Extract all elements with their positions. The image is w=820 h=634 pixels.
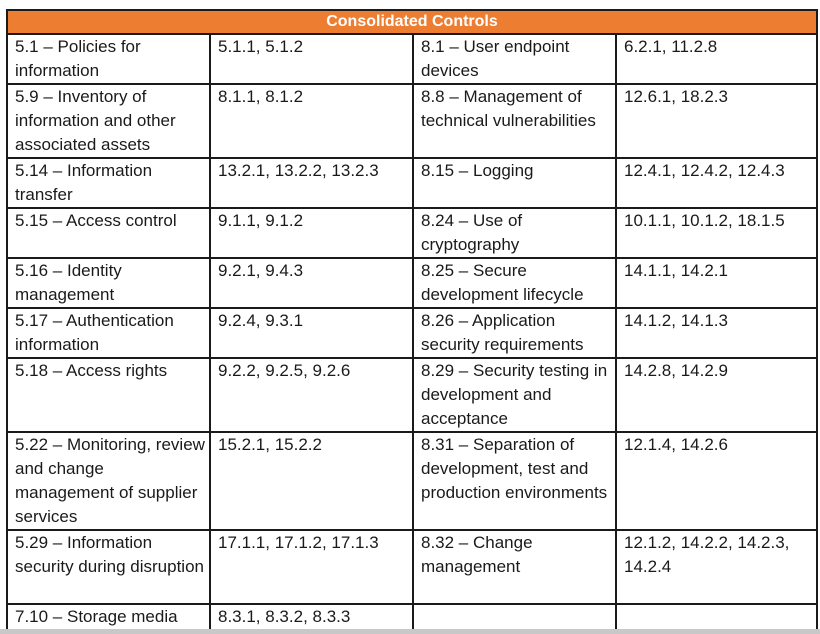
left-mapping-cell: 13.2.1, 13.2.2, 13.2.3: [209, 157, 414, 209]
right-mapping-cell: 12.1.4, 14.2.6: [615, 431, 818, 531]
table-row: 5.16 – Identity management 9.2.1, 9.4.3 …: [6, 257, 818, 309]
table-row: 7.10 – Storage media 8.3.1, 8.3.2, 8.3.3: [6, 603, 818, 631]
right-control-cell: 8.29 – Security testing in development a…: [412, 357, 617, 433]
left-control-cell: 5.17 – Authentication information: [6, 307, 211, 359]
right-control-cell: 8.32 – Change management: [412, 529, 617, 605]
left-control-cell: 5.15 – Access control: [6, 207, 211, 259]
bottom-edge-divider: [0, 629, 820, 634]
consolidated-controls-table-container: Consolidated Controls 5.1 – Policies for…: [6, 9, 818, 631]
table-row: 5.17 – Authentication information 9.2.4,…: [6, 307, 818, 359]
left-mapping-cell: 9.2.2, 9.2.5, 9.2.6: [209, 357, 414, 433]
table-row: 5.1 – Policies for information 5.1.1, 5.…: [6, 33, 818, 85]
left-mapping-cell: 8.3.1, 8.3.2, 8.3.3: [209, 603, 414, 631]
table-row: 5.15 – Access control 9.1.1, 9.1.2 8.24 …: [6, 207, 818, 259]
right-mapping-cell: [615, 603, 818, 631]
right-control-cell: 8.1 – User endpoint devices: [412, 33, 617, 85]
consolidated-controls-table: Consolidated Controls 5.1 – Policies for…: [6, 9, 818, 631]
right-control-cell: 8.26 – Application security requirements: [412, 307, 617, 359]
left-control-cell: 5.18 – Access rights: [6, 357, 211, 433]
right-mapping-cell: 14.1.2, 14.1.3: [615, 307, 818, 359]
right-mapping-cell: 12.4.1, 12.4.2, 12.4.3: [615, 157, 818, 209]
table-title: Consolidated Controls: [6, 9, 818, 35]
left-control-cell: 5.29 – Information security during disru…: [6, 529, 211, 605]
right-mapping-cell: 10.1.1, 10.1.2, 18.1.5: [615, 207, 818, 259]
right-control-cell: [412, 603, 617, 631]
left-control-cell: 7.10 – Storage media: [6, 603, 211, 631]
left-control-cell: 5.1 – Policies for information: [6, 33, 211, 85]
table-row: 5.14 – Information transfer 13.2.1, 13.2…: [6, 157, 818, 209]
right-control-cell: 8.15 – Logging: [412, 157, 617, 209]
left-control-cell: 5.22 – Monitoring, review and change man…: [6, 431, 211, 531]
left-mapping-cell: 9.2.4, 9.3.1: [209, 307, 414, 359]
left-mapping-cell: 15.2.1, 15.2.2: [209, 431, 414, 531]
right-mapping-cell: 14.2.8, 14.2.9: [615, 357, 818, 433]
table-row: 5.18 – Access rights 9.2.2, 9.2.5, 9.2.6…: [6, 357, 818, 433]
right-control-cell: 8.25 – Secure development lifecycle: [412, 257, 617, 309]
table-header-row: Consolidated Controls: [6, 9, 818, 35]
left-mapping-cell: 9.2.1, 9.4.3: [209, 257, 414, 309]
left-control-cell: 5.14 – Information transfer: [6, 157, 211, 209]
left-mapping-cell: 8.1.1, 8.1.2: [209, 83, 414, 159]
right-mapping-cell: 6.2.1, 11.2.8: [615, 33, 818, 85]
table-row: 5.29 – Information security during disru…: [6, 529, 818, 605]
right-control-cell: 8.31 – Separation of development, test a…: [412, 431, 617, 531]
left-control-cell: 5.16 – Identity management: [6, 257, 211, 309]
right-mapping-cell: 12.6.1, 18.2.3: [615, 83, 818, 159]
right-mapping-cell: 12.1.2, 14.2.2, 14.2.3, 14.2.4: [615, 529, 818, 605]
table-row: 5.9 – Inventory of information and other…: [6, 83, 818, 159]
right-control-cell: 8.8 – Management of technical vulnerabil…: [412, 83, 617, 159]
right-control-cell: 8.24 – Use of cryptography: [412, 207, 617, 259]
left-mapping-cell: 17.1.1, 17.1.2, 17.1.3: [209, 529, 414, 605]
left-mapping-cell: 9.1.1, 9.1.2: [209, 207, 414, 259]
left-mapping-cell: 5.1.1, 5.1.2: [209, 33, 414, 85]
right-mapping-cell: 14.1.1, 14.2.1: [615, 257, 818, 309]
table-row: 5.22 – Monitoring, review and change man…: [6, 431, 818, 531]
left-control-cell: 5.9 – Inventory of information and other…: [6, 83, 211, 159]
